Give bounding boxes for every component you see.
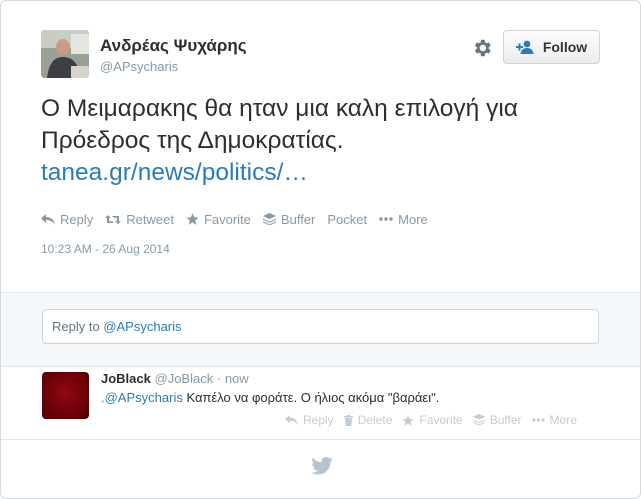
reply-buffer-action[interactable]: Buffer <box>472 413 522 427</box>
reply-tweet: JoBlack @JoBlack · now .@APsycharis Καπέ… <box>1 367 640 440</box>
reply-more-action[interactable]: More <box>531 413 577 427</box>
trash-icon <box>343 414 353 426</box>
ellipsis-icon <box>531 418 545 422</box>
reply-actions: Reply Delete Favorite Buffer More <box>285 413 587 427</box>
tweet-text: Ο Μειμαρακης θα ηταν μια καλη επιλογή γι… <box>41 93 611 189</box>
reply-avatar[interactable] <box>42 372 89 419</box>
reply-buffer-label: Buffer <box>489 413 522 427</box>
retweet-icon <box>105 214 122 224</box>
star-icon <box>186 213 199 225</box>
retweet-label: Retweet <box>126 211 174 227</box>
tweet-timestamp[interactable]: 10:23 AM - 26 Aug 2014 <box>41 242 170 256</box>
reply-prefix: Reply to <box>52 319 104 334</box>
reply-text-body: Καπέλο να φοράτε. Ο ήλιος ακόμα "βαράει"… <box>182 390 440 405</box>
twitter-bird-icon[interactable] <box>311 456 333 475</box>
favorite-label: Favorite <box>203 211 251 227</box>
reply-favorite-action[interactable]: Favorite <box>402 413 463 427</box>
reply-icon <box>285 415 298 425</box>
ellipsis-icon <box>379 217 393 221</box>
reply-action[interactable]: Reply <box>41 212 93 227</box>
reply-label: Reply <box>60 211 94 227</box>
reply-time[interactable]: now <box>225 371 249 386</box>
reply-reply-action[interactable]: Reply <box>285 413 334 427</box>
reply-input[interactable]: Reply to @APsycharis <box>42 309 599 344</box>
buffer-icon <box>472 414 485 426</box>
buffer-icon <box>262 213 276 225</box>
author-handle[interactable]: @APsycharis <box>100 59 178 74</box>
reply-mention: @APsycharis <box>103 319 182 334</box>
add-user-icon <box>515 40 534 54</box>
reply-author-handle[interactable]: @JoBlack <box>155 371 214 386</box>
reply-text: .@APsycharis Καπέλο να φοράτε. Ο ήλιος α… <box>101 390 439 405</box>
more-label: More <box>398 211 428 227</box>
reply-favorite-label: Favorite <box>419 413 463 427</box>
follow-button[interactable]: Follow <box>503 30 600 64</box>
reply-text-mention[interactable]: .@APsycharis <box>101 390 183 405</box>
pocket-label: Pocket <box>327 211 368 227</box>
more-action[interactable]: More <box>379 212 428 227</box>
author-name[interactable]: Ανδρέας Ψυχάρης <box>100 36 247 56</box>
reply-header: JoBlack @JoBlack · now <box>101 371 249 386</box>
follow-label: Follow <box>542 39 588 55</box>
reply-separator: · <box>216 371 222 386</box>
star-icon <box>402 414 415 426</box>
pocket-action[interactable]: Pocket <box>327 212 367 227</box>
tweet-link[interactable]: tanea.gr/news/politics/… <box>41 159 308 186</box>
reply-delete-label: Delete <box>357 413 393 427</box>
reply-author-name[interactable]: JoBlack <box>101 371 151 386</box>
retweet-action[interactable]: Retweet <box>105 212 174 227</box>
tweet-actions: Reply Retweet Favorite Buffer Pocket Mor… <box>41 210 440 228</box>
reply-icon <box>41 213 55 225</box>
reply-section: Reply to @APsycharis <box>1 292 640 367</box>
reply-more-label: More <box>549 413 577 427</box>
tweet-card: Ανδρέας Ψυχάρης @APsycharis Follow Ο Μει… <box>0 0 641 499</box>
reply-delete-action[interactable]: Delete <box>343 413 393 427</box>
buffer-action[interactable]: Buffer <box>262 211 316 227</box>
favorite-action[interactable]: Favorite <box>186 212 251 227</box>
gear-icon[interactable] <box>471 37 493 59</box>
tweet-body: Ο Μειμαρακης θα ηταν μια καλη επιλογή γι… <box>41 95 518 154</box>
reply-reply-label: Reply <box>303 413 334 427</box>
buffer-label: Buffer <box>280 211 316 227</box>
author-avatar[interactable] <box>41 30 89 78</box>
